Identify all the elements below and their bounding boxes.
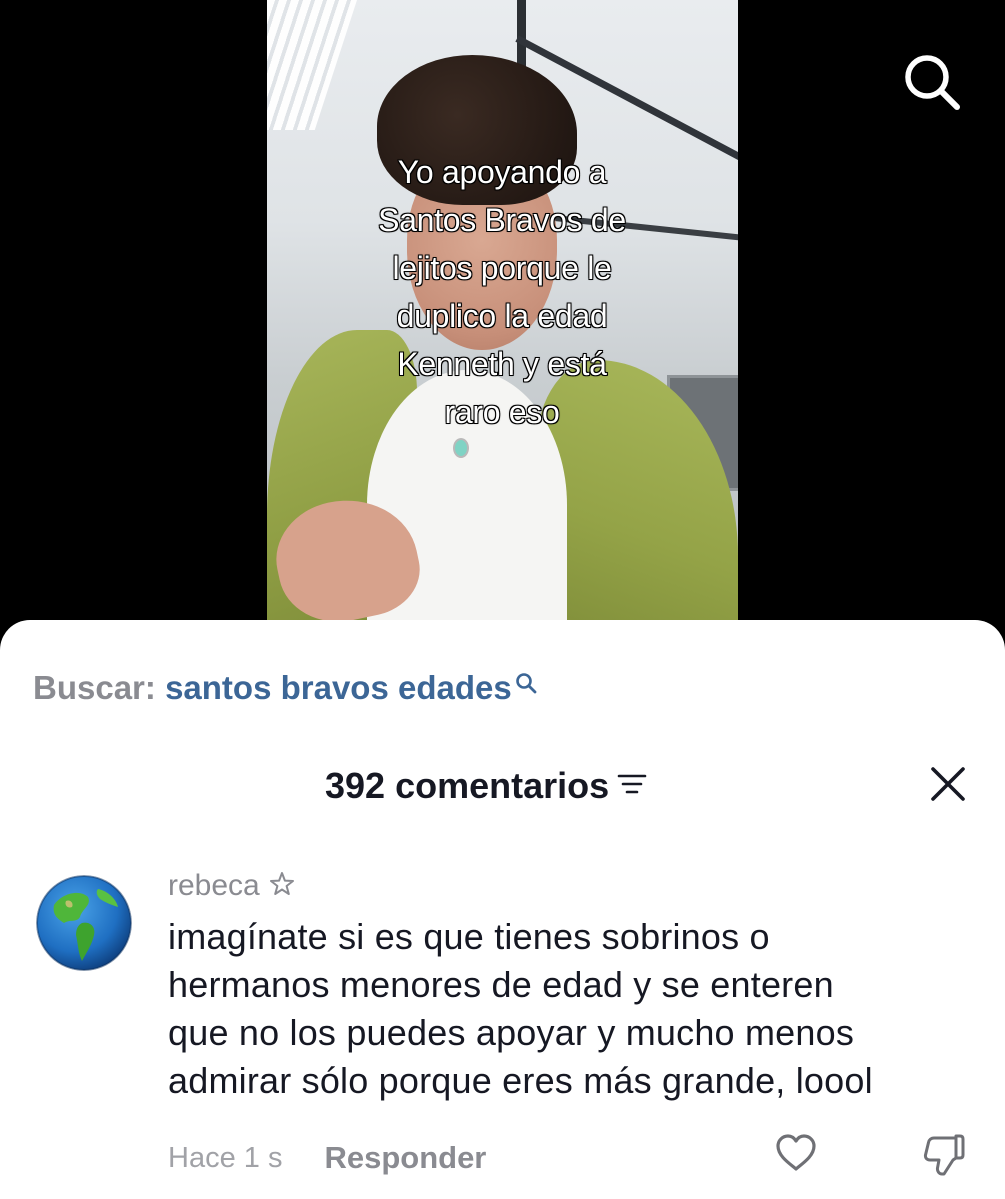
caption-line: Santos Bravos de xyxy=(377,201,627,239)
comments-count: 392 comentarios xyxy=(325,765,610,806)
search-icon[interactable] xyxy=(900,50,964,114)
search-prefix: Buscar: xyxy=(33,669,156,706)
close-icon[interactable] xyxy=(928,764,968,804)
screen: Yo apoyando a Santos Bravos de lejitos p… xyxy=(0,0,1005,1199)
caption-line: Yo apoyando a xyxy=(397,153,607,191)
caption-line: Kenneth y está xyxy=(397,345,608,383)
search-icon xyxy=(514,664,538,704)
comment-meta: Hace 1 s Responder xyxy=(168,1140,486,1176)
caption-line: raro eso xyxy=(444,393,561,431)
video-player[interactable]: Yo apoyando a Santos Bravos de lejitos p… xyxy=(267,0,738,630)
star-icon xyxy=(268,870,296,903)
search-suggestion[interactable]: Buscar: santos bravos edades xyxy=(33,668,538,708)
comment-text-line: admirar sólo porque eres más grande, loo… xyxy=(168,1060,873,1101)
sort-icon[interactable] xyxy=(617,771,647,802)
comments-count-wrap: 392 comentarios xyxy=(325,764,647,808)
comment-text: imagínate si es que tienes sobrinos o he… xyxy=(168,913,978,1105)
comment-text-line: que no los puedes apoyar y mucho menos xyxy=(168,1012,855,1053)
thumbs-down-icon[interactable] xyxy=(920,1130,968,1178)
comment-item: rebeca imagínate si es que tienes sobrin… xyxy=(0,868,1005,1198)
comment-time: Hace 1 s xyxy=(168,1142,283,1174)
caption-line: duplico la edad xyxy=(396,297,609,335)
video-caption: Yo apoyando a Santos Bravos de lejitos p… xyxy=(327,148,677,436)
heart-icon[interactable] xyxy=(774,1131,818,1175)
globe-avatar[interactable] xyxy=(36,875,132,971)
comments-header: 392 comentarios xyxy=(0,762,1005,812)
necklace-pendant xyxy=(453,438,469,458)
comment-text-line: imagínate si es que tienes sobrinos o xyxy=(168,916,770,957)
comment-text-line: hermanos menores de edad y se enteren xyxy=(168,964,834,1005)
caption-line: lejitos porque le xyxy=(392,249,613,287)
search-query-link[interactable]: santos bravos edades xyxy=(165,669,512,706)
comments-sheet: Buscar: santos bravos edades 392 comenta… xyxy=(0,620,1005,1199)
reply-button[interactable]: Responder xyxy=(324,1140,486,1176)
username-row: rebeca xyxy=(168,868,296,904)
ceiling-light xyxy=(267,0,357,130)
comment-username[interactable]: rebeca xyxy=(168,868,260,904)
